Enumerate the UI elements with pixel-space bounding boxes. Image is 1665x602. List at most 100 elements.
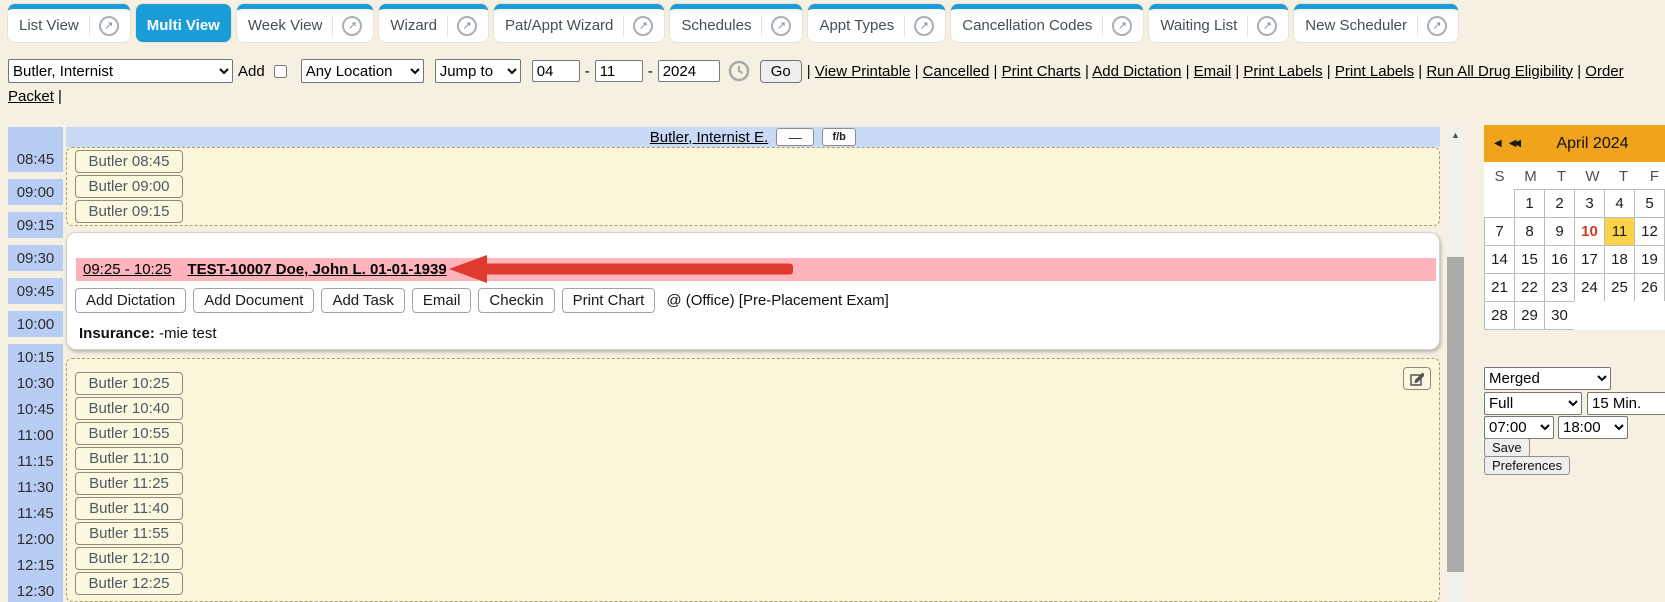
end-time-select[interactable]: 18:00 xyxy=(1558,416,1628,439)
open-new-window-icon[interactable]: ↗ xyxy=(1417,16,1447,36)
calendar-day-17[interactable]: 17 xyxy=(1574,245,1605,274)
tab-list-view[interactable]: List View↗ xyxy=(8,4,130,42)
open-new-window-icon[interactable]: ↗ xyxy=(761,16,791,36)
tab-week-view[interactable]: Week View↗ xyxy=(237,4,373,42)
jump-to-select[interactable]: Jump to xyxy=(435,59,521,83)
tab-wizard[interactable]: Wizard↗ xyxy=(379,4,488,42)
calendar-day-15[interactable]: 15 xyxy=(1514,245,1545,274)
link-print-labels[interactable]: Print Labels xyxy=(1243,63,1322,80)
calendar-day-19[interactable]: 19 xyxy=(1634,245,1665,274)
calendar-day-7[interactable]: 7 xyxy=(1484,217,1515,246)
calendar-day-10[interactable]: 10 xyxy=(1574,217,1605,246)
patient-link[interactable]: TEST-10007 Doe, John L. 01-01-1939 xyxy=(187,261,446,278)
go-button[interactable]: Go xyxy=(760,60,802,83)
calendar-day-18[interactable]: 18 xyxy=(1604,245,1635,274)
interval-select[interactable]: 15 Min. xyxy=(1587,392,1665,415)
provider-select[interactable]: Butler, Internist xyxy=(8,59,233,83)
tab-waiting-list[interactable]: Waiting List↗ xyxy=(1149,4,1288,42)
calendar-prev-year-icon[interactable]: ◀◀ xyxy=(1509,138,1518,149)
calendar-day-8[interactable]: 8 xyxy=(1514,217,1545,246)
calendar-day-3[interactable]: 3 xyxy=(1574,189,1605,218)
open-slot-butler-09-00[interactable]: Butler 09:00 xyxy=(75,175,183,198)
add-checkbox[interactable] xyxy=(274,65,287,78)
email-button[interactable]: Email xyxy=(412,288,472,313)
open-slot-butler-10-40[interactable]: Butler 10:40 xyxy=(75,397,183,420)
open-new-window-icon[interactable]: ↗ xyxy=(89,16,119,36)
open-new-window-icon[interactable]: ↗ xyxy=(332,16,362,36)
open-slot-butler-11-55[interactable]: Butler 11:55 xyxy=(75,522,183,545)
add-task-button[interactable]: Add Task xyxy=(321,288,404,313)
open-slot-butler-11-10[interactable]: Butler 11:10 xyxy=(75,447,183,470)
view-mode-select[interactable]: Merged xyxy=(1484,367,1611,390)
calendar-day-22[interactable]: 22 xyxy=(1514,273,1545,302)
calendar-prev-month-icon[interactable]: ◀ xyxy=(1494,138,1502,149)
calendar-day-5[interactable]: 5 xyxy=(1634,189,1665,218)
date-year-input[interactable] xyxy=(658,60,720,82)
link-view-printable[interactable]: View Printable xyxy=(815,63,911,80)
size-select[interactable]: Full xyxy=(1484,392,1582,415)
calendar-day-29[interactable]: 29 xyxy=(1514,301,1545,330)
open-slot-butler-09-15[interactable]: Butler 09:15 xyxy=(75,200,183,223)
location-select[interactable]: Any Location xyxy=(301,59,424,83)
link-packet[interactable]: Packet xyxy=(8,88,54,105)
date-month-input[interactable] xyxy=(532,60,580,82)
calendar-day-26[interactable]: 26 xyxy=(1634,273,1665,302)
calendar-day-24[interactable]: 24 xyxy=(1574,273,1605,302)
vertical-scrollbar[interactable]: ▲ xyxy=(1447,127,1464,602)
tab-new-scheduler[interactable]: New Scheduler↗ xyxy=(1294,4,1458,42)
open-new-window-icon[interactable]: ↗ xyxy=(1102,16,1132,36)
open-new-window-icon[interactable]: ↗ xyxy=(623,16,653,36)
edit-pencil-button[interactable] xyxy=(1403,367,1431,390)
save-button[interactable]: Save xyxy=(1484,438,1530,457)
tab-cancellation-codes[interactable]: Cancellation Codes↗ xyxy=(951,4,1143,42)
open-slot-butler-11-40[interactable]: Butler 11:40 xyxy=(75,497,183,520)
calendar-day-4[interactable]: 4 xyxy=(1604,189,1635,218)
appointment-time-link[interactable]: 09:25 - 10:25 xyxy=(83,261,171,278)
open-new-window-icon[interactable]: ↗ xyxy=(447,16,477,36)
open-slot-butler-12-10[interactable]: Butler 12:10 xyxy=(75,547,183,570)
calendar-day-12[interactable]: 12 xyxy=(1634,217,1665,246)
calendar-day-2[interactable]: 2 xyxy=(1544,189,1575,218)
tab-multi-view[interactable]: Multi View xyxy=(136,4,231,42)
tab-schedules[interactable]: Schedules↗ xyxy=(670,4,802,42)
link-order[interactable]: Order xyxy=(1585,63,1623,80)
preferences-button[interactable]: Preferences xyxy=(1484,456,1570,475)
open-slot-butler-10-55[interactable]: Butler 10:55 xyxy=(75,422,183,445)
tab-appt-types[interactable]: Appt Types↗ xyxy=(808,4,945,42)
open-slot-butler-08-45[interactable]: Butler 08:45 xyxy=(75,150,183,173)
scroll-thumb[interactable] xyxy=(1447,257,1464,572)
calendar-day-30[interactable]: 30 xyxy=(1544,301,1575,330)
calendar-day-21[interactable]: 21 xyxy=(1484,273,1515,302)
link-email[interactable]: Email xyxy=(1194,63,1232,80)
collapse-button[interactable]: — xyxy=(776,128,814,146)
open-new-window-icon[interactable]: ↗ xyxy=(904,16,934,36)
open-slot-butler-10-25[interactable]: Butler 10:25 xyxy=(75,372,183,395)
calendar-day-16[interactable]: 16 xyxy=(1544,245,1575,274)
open-slot-butler-12-25[interactable]: Butler 12:25 xyxy=(75,572,183,595)
checkin-button[interactable]: Checkin xyxy=(478,288,554,313)
calendar-day-11[interactable]: 11 xyxy=(1604,217,1635,246)
provider-link[interactable]: Butler, Internist E. xyxy=(650,129,768,146)
link-cancelled[interactable]: Cancelled xyxy=(923,63,990,80)
scroll-up-arrow[interactable]: ▲ xyxy=(1447,127,1464,143)
start-time-select[interactable]: 07:00 xyxy=(1484,416,1554,439)
calendar-day-9[interactable]: 9 xyxy=(1544,217,1575,246)
link-print-charts[interactable]: Print Charts xyxy=(1002,63,1081,80)
clock-icon[interactable] xyxy=(727,59,751,83)
link-add-dictation[interactable]: Add Dictation xyxy=(1092,63,1181,80)
link-run-all-drug-eligibility[interactable]: Run All Drug Eligibility xyxy=(1426,63,1573,80)
calendar-day-28[interactable]: 28 xyxy=(1484,301,1515,330)
print-chart-button[interactable]: Print Chart xyxy=(562,288,656,313)
fb-button[interactable]: f/b xyxy=(822,128,856,146)
calendar-day-23[interactable]: 23 xyxy=(1544,273,1575,302)
open-slot-butler-11-25[interactable]: Butler 11:25 xyxy=(75,472,183,495)
tab-pat-appt-wizard[interactable]: Pat/Appt Wizard↗ xyxy=(494,4,664,42)
add-dictation-button[interactable]: Add Dictation xyxy=(75,288,186,313)
calendar-day-1[interactable]: 1 xyxy=(1514,189,1545,218)
calendar-day-14[interactable]: 14 xyxy=(1484,245,1515,274)
link-print-labels[interactable]: Print Labels xyxy=(1335,63,1414,80)
date-day-input[interactable] xyxy=(595,60,643,82)
add-document-button[interactable]: Add Document xyxy=(193,288,314,313)
calendar-day-25[interactable]: 25 xyxy=(1604,273,1635,302)
open-new-window-icon[interactable]: ↗ xyxy=(1247,16,1277,36)
